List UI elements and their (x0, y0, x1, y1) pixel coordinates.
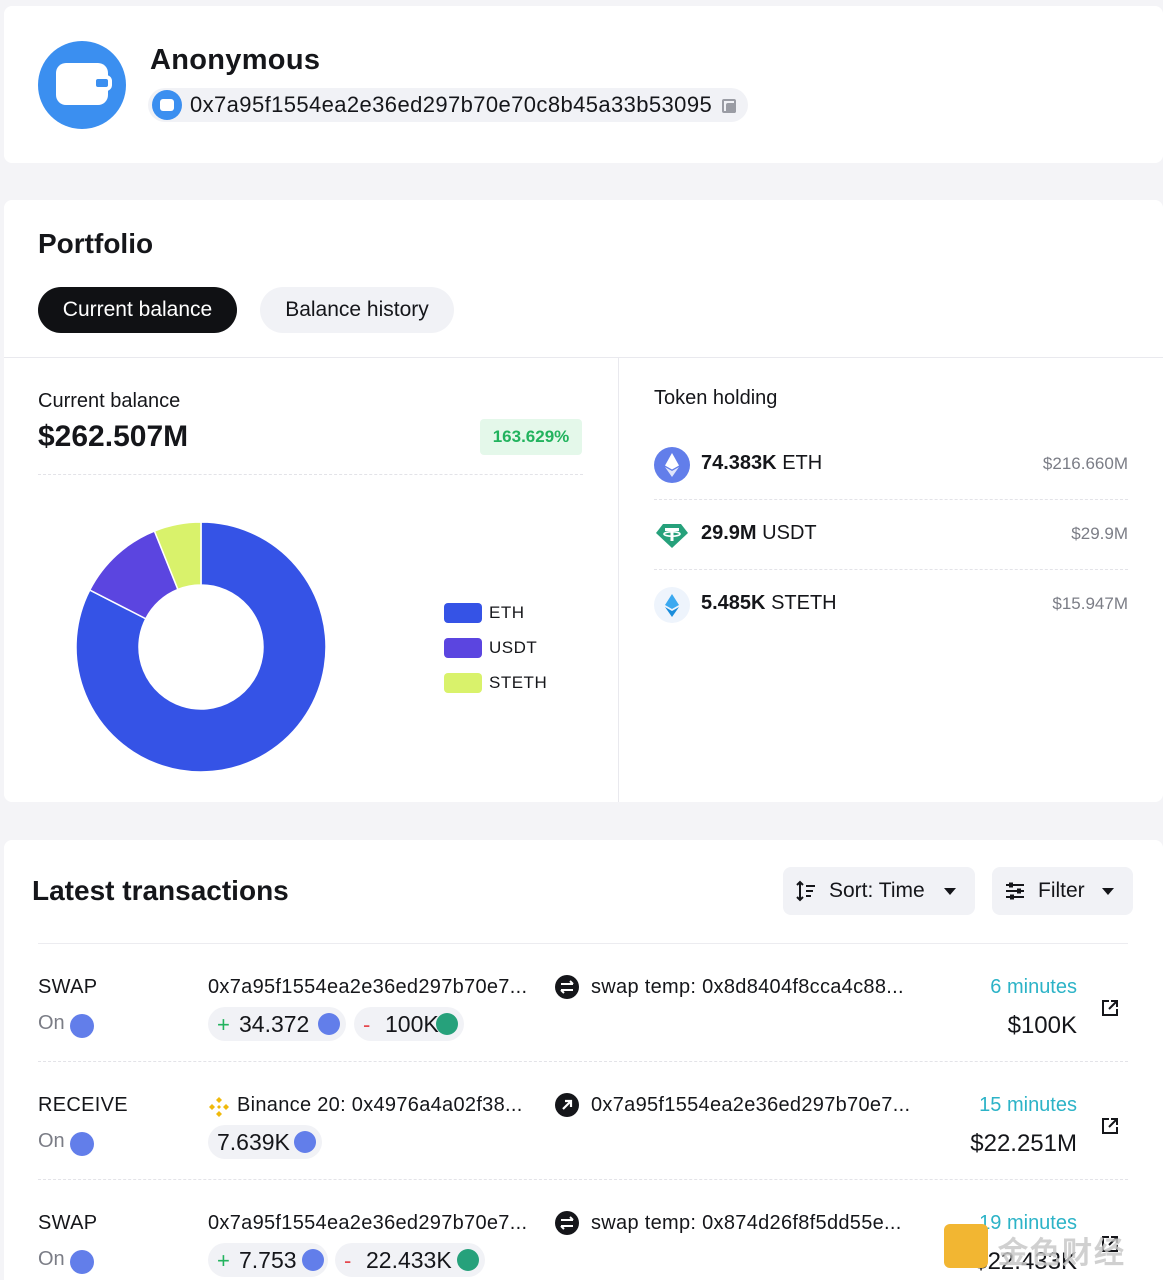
transaction-to[interactable]: 0x7a95f1554ea2e36ed297b70e7... (591, 1094, 910, 1117)
current-balance-label: Current balance (38, 390, 181, 412)
legend-label: USDT (489, 638, 538, 657)
watermark-logo: 金色财经 (944, 1224, 1154, 1274)
external-link-icon[interactable] (1101, 999, 1119, 1017)
portfolio-card: Portfolio Current balance Balance histor… (4, 200, 1163, 802)
tab-current-balance[interactable]: Current balance (38, 287, 237, 333)
holding-usd-value: $216.660M (1042, 454, 1128, 473)
wallet-avatar (38, 41, 126, 129)
token-holding-title: Token holding (654, 387, 778, 409)
copy-icon[interactable] (722, 99, 737, 113)
token-amount-chip: +7.753 (208, 1243, 328, 1277)
legend-swatch (444, 673, 482, 693)
token-amount-chip: 7.639K (208, 1125, 322, 1159)
transaction-time: 6 minutes (990, 976, 1077, 998)
tab-balance-history[interactable]: Balance history (260, 287, 454, 333)
ethereum-chain-icon (70, 1014, 94, 1038)
transaction-type: RECEIVE (38, 1094, 128, 1116)
transaction-time: 15 minutes (979, 1094, 1077, 1116)
holding-amount: 29.9M (701, 522, 757, 544)
ethereum-icon (654, 447, 690, 483)
legend-swatch (444, 603, 482, 623)
address-pill[interactable]: 0x7a95f1554ea2e36ed297b70e70c8b45a33b530… (148, 88, 749, 122)
legend-label: STETH (489, 673, 548, 692)
transaction-to[interactable]: swap temp: 0x874d26f8f5dd55e... (591, 1212, 902, 1235)
external-link-icon[interactable] (1101, 1117, 1119, 1135)
transaction-usd-value: $22.251M (970, 1130, 1077, 1157)
profile-card: Anonymous 0x7a95f1554ea2e36ed297b70e70c8… (4, 6, 1163, 163)
holding-symbol: USDT (762, 522, 817, 544)
transaction-usd-value: $100K (1007, 1012, 1077, 1039)
divider (4, 357, 1163, 358)
legend-item-steth[interactable]: STETH (444, 670, 584, 705)
transactions-card: Latest transactions Sort: Time Filter SW… (4, 840, 1163, 1280)
divider (38, 474, 583, 475)
legend-label: ETH (489, 603, 525, 622)
holding-symbol: ETH (782, 452, 823, 474)
transaction-row[interactable]: SWAP On 0x7a95f1554ea2e36ed297b70e7... s… (4, 944, 1163, 1062)
filter-dropdown[interactable]: Filter (992, 867, 1133, 915)
holding-row-usdt: 29.9M USDT $29.9M (654, 500, 1128, 570)
chain-label: On (38, 1248, 65, 1270)
transaction-from[interactable]: 0x7a95f1554ea2e36ed297b70e7... (208, 976, 527, 999)
change-percent-badge: 163.629% (480, 419, 582, 455)
legend-item-eth[interactable]: ETH (444, 600, 584, 635)
filter-label: Filter (1038, 879, 1085, 902)
wallet-address: 0x7a95f1554ea2e36ed297b70e70c8b45a33b530… (190, 92, 713, 117)
token-amount-chip: +34.372 (208, 1007, 346, 1041)
chart-legend: ETH USDT STETH (444, 600, 584, 705)
swap-arrows-icon (555, 1211, 579, 1235)
profile-name: Anonymous (150, 44, 321, 76)
transaction-type: SWAP (38, 976, 98, 998)
divider (618, 358, 619, 802)
transaction-row[interactable]: RECEIVE On Binance 20: 0x4976a4a02f38...… (4, 1062, 1163, 1180)
ethereum-chain-icon (70, 1250, 94, 1274)
binance-icon (209, 1097, 229, 1117)
holding-amount: 74.383K (701, 452, 777, 474)
sort-label: Sort: Time (829, 879, 925, 902)
portfolio-title: Portfolio (38, 228, 154, 259)
holding-symbol: STETH (771, 592, 837, 614)
arrow-up-right-icon (555, 1093, 579, 1117)
holding-amount: 5.485K (701, 592, 766, 614)
swap-arrows-icon (555, 975, 579, 999)
holding-usd-value: $29.9M (1071, 524, 1128, 543)
transactions-title: Latest transactions (32, 875, 289, 906)
legend-swatch (444, 638, 482, 658)
ethereum-chain-icon (70, 1132, 94, 1156)
current-balance-value: $262.507M (38, 420, 189, 453)
chevron-down-icon (944, 888, 956, 895)
transaction-to[interactable]: swap temp: 0x8d8404f8cca4c88... (591, 976, 904, 999)
holding-row-steth: 5.485K STETH $15.947M (654, 570, 1128, 640)
sort-icon (796, 880, 815, 902)
legend-item-usdt[interactable]: USDT (444, 635, 584, 670)
holding-usd-value: $15.947M (1052, 594, 1128, 613)
wallet-mini-icon (152, 90, 182, 120)
transaction-from[interactable]: 0x7a95f1554ea2e36ed297b70e7... (208, 1212, 527, 1235)
chain-label: On (38, 1130, 65, 1152)
token-amount-chip: -100K (354, 1007, 464, 1041)
lido-steth-icon (654, 587, 690, 623)
chain-label: On (38, 1012, 65, 1034)
sort-dropdown[interactable]: Sort: Time (783, 867, 975, 915)
allocation-donut-chart (75, 521, 327, 773)
filter-sliders-icon (1006, 882, 1024, 900)
tether-icon (654, 517, 690, 553)
transaction-from[interactable]: Binance 20: 0x4976a4a02f38... (237, 1094, 523, 1117)
tether-icon (436, 1013, 458, 1035)
chevron-down-icon (1102, 888, 1114, 895)
holding-row-eth: 74.383K ETH $216.660M (654, 430, 1128, 500)
transaction-type: SWAP (38, 1212, 98, 1234)
ethereum-icon (294, 1131, 316, 1153)
ethereum-icon (302, 1249, 324, 1271)
ethereum-icon (318, 1013, 340, 1035)
tether-icon (457, 1249, 479, 1271)
wallet-icon (56, 63, 112, 105)
token-amount-chip: -22.433K (335, 1243, 485, 1277)
